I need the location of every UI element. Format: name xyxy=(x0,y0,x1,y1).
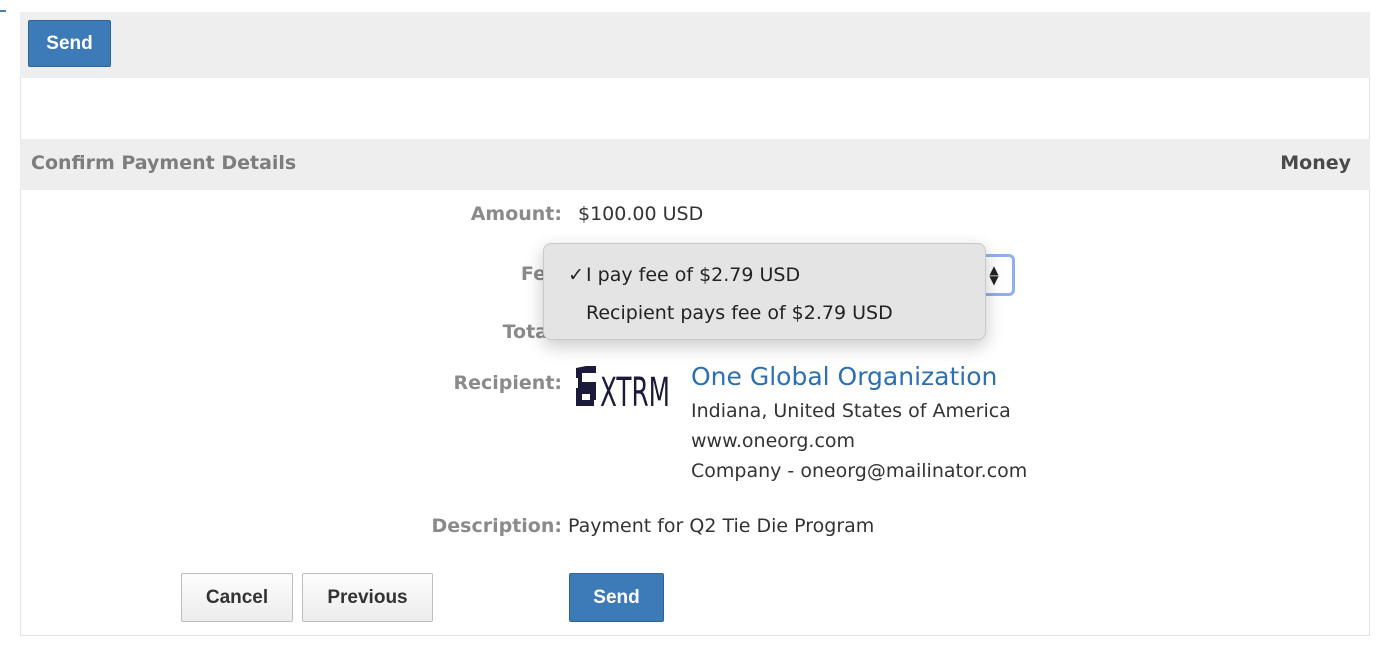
checkmark-icon: ✓ xyxy=(568,264,584,286)
send-button[interactable]: Send xyxy=(569,573,664,622)
svg-text:XTRM: XTRM xyxy=(600,370,670,414)
top-toolbar xyxy=(20,12,1370,78)
select-arrows-icon: ▲ ▼ xyxy=(989,263,999,287)
previous-button[interactable]: Previous xyxy=(302,573,433,622)
section-type-label: Money xyxy=(1280,152,1351,174)
total-label: Tota xyxy=(502,321,548,343)
recipient-website: www.oneorg.com xyxy=(691,430,856,452)
amount-value: $100.00 USD xyxy=(578,203,704,225)
recipient-contact: Company - oneorg@mailinator.com xyxy=(691,460,1028,482)
cancel-button[interactable]: Cancel xyxy=(181,573,293,622)
recipient-location: Indiana, United States of America xyxy=(691,400,1011,422)
fee-dropdown-menu: ✓ I pay fee of $2.79 USD Recipient pays … xyxy=(543,243,986,340)
top-send-button[interactable]: Send xyxy=(28,20,111,67)
fee-label: Fe xyxy=(520,263,546,285)
description-value: Payment for Q2 Tie Die Program xyxy=(568,515,875,537)
xtrm-logo: XTRM xyxy=(572,360,672,416)
fee-option-label: I pay fee of $2.79 USD xyxy=(586,264,801,286)
fee-option-label: Recipient pays fee of $2.79 USD xyxy=(586,302,893,324)
fee-option-i-pay[interactable]: ✓ I pay fee of $2.79 USD xyxy=(544,257,985,293)
amount-label: Amount: xyxy=(470,203,562,225)
corner-mark xyxy=(0,10,6,12)
description-label: Description: xyxy=(431,515,563,537)
section-title: Confirm Payment Details xyxy=(31,152,297,174)
recipient-name-link[interactable]: One Global Organization xyxy=(691,362,997,391)
fee-option-recipient-pays[interactable]: Recipient pays fee of $2.79 USD xyxy=(544,295,985,331)
recipient-label: Recipient: xyxy=(453,372,563,394)
